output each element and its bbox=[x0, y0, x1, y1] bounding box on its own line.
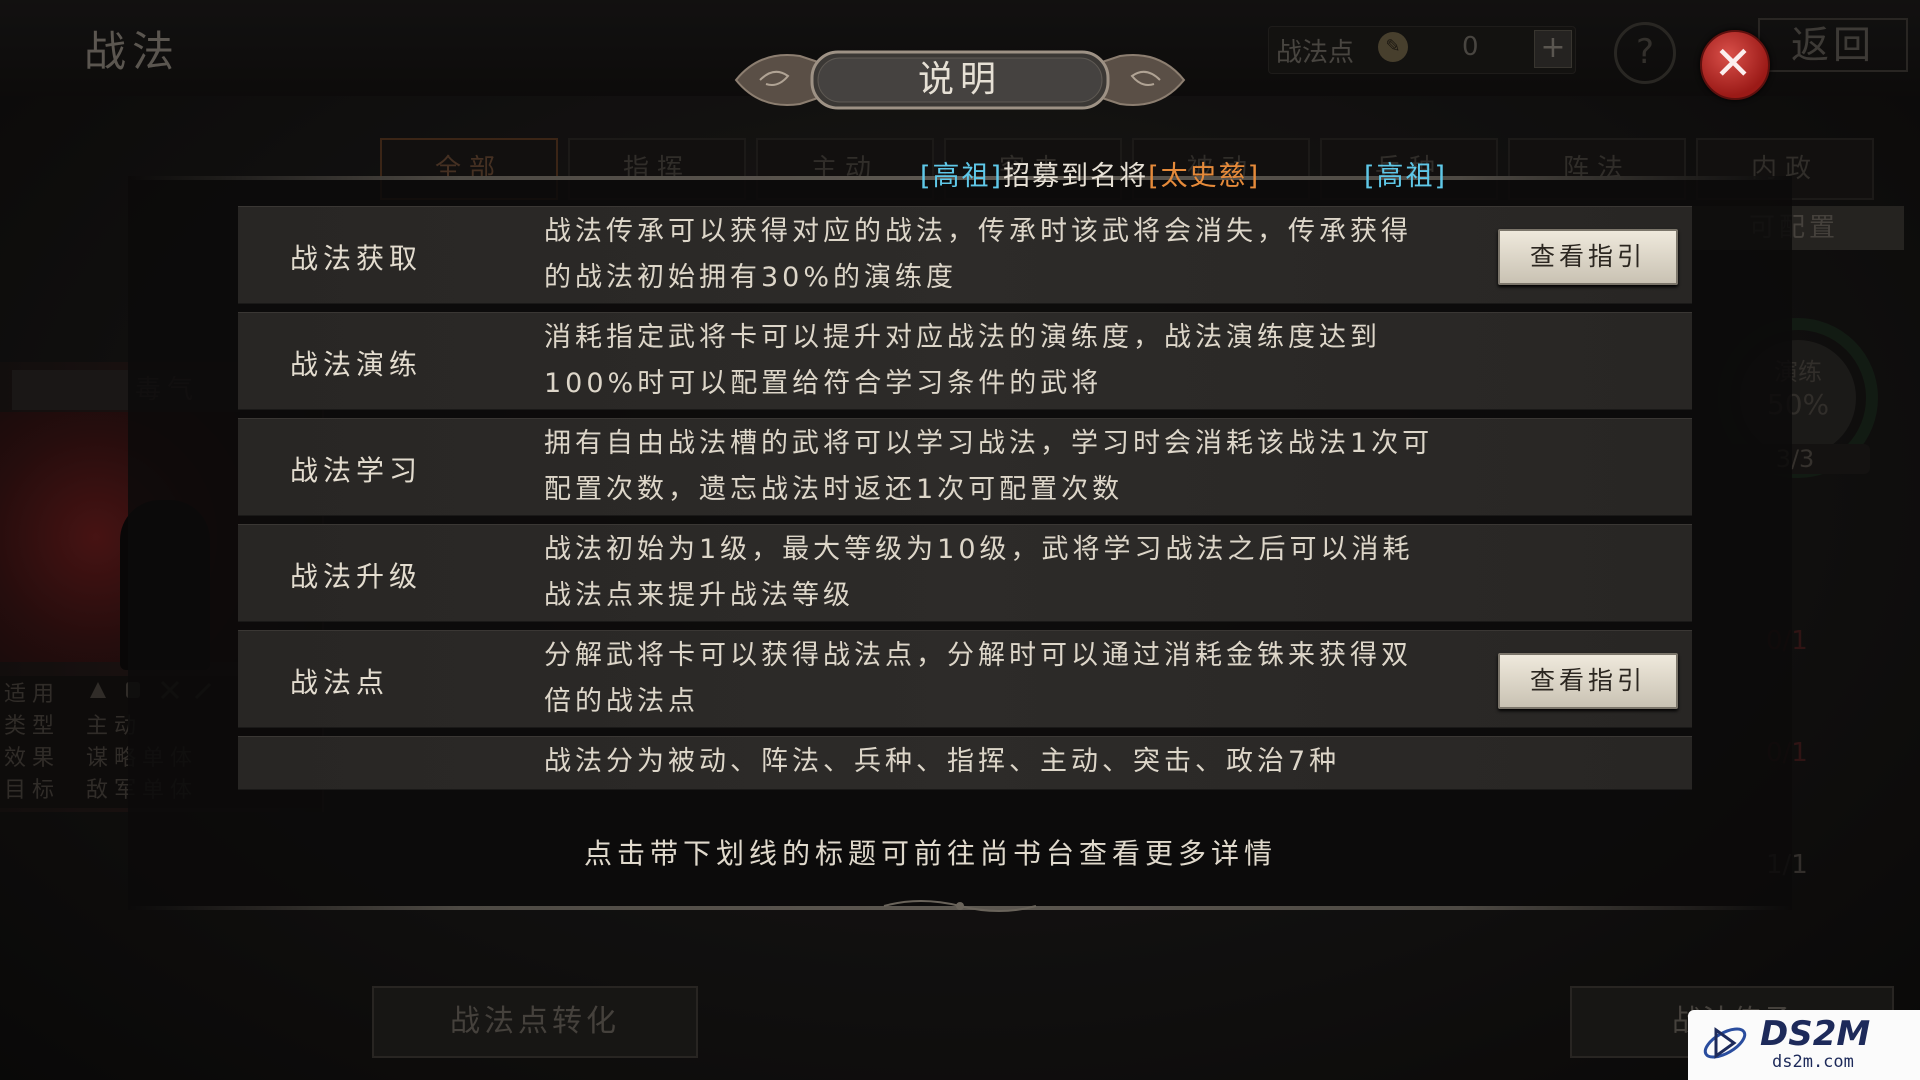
explanation-row: 战法演练 消耗指定武将卡可以提升对应战法的演练度，战法演练度达到100%时可以配… bbox=[238, 312, 1692, 410]
broadcast-text: 招募到名将 bbox=[1003, 161, 1149, 192]
explanation-row: 战法获取 战法传承可以获得对应的战法，传承时该武将会消失，传承获得的战法初始拥有… bbox=[238, 206, 1692, 304]
watermark-url: ds2m.com bbox=[1772, 1052, 1854, 1072]
row-description: 拥有自由战法槽的武将可以学习战法，学习时会消耗该战法1次可配置次数，遗忘战法时返… bbox=[544, 428, 1434, 505]
broadcast-player-name: 高祖 bbox=[932, 161, 991, 192]
recruit-broadcast: [高祖]招募到名将[太史慈] bbox=[920, 154, 1260, 194]
row-title[interactable]: 战法获取 bbox=[290, 237, 422, 277]
broadcast-player-name-2: [高祖] bbox=[1364, 161, 1448, 192]
row-title[interactable]: 战法学习 bbox=[290, 449, 422, 489]
row-description: 战法传承可以获得对应的战法，传承时该武将会消失，传承获得的战法初始拥有30%的演… bbox=[544, 216, 1412, 293]
explanation-row: 战法分为被动、阵法、兵种、指挥、主动、突击、政治7种 bbox=[238, 736, 1692, 790]
row-description: 战法分为被动、阵法、兵种、指挥、主动、突击、政治7种 bbox=[544, 746, 1341, 777]
view-guide-button[interactable]: 查看指引 bbox=[1498, 653, 1678, 709]
watermark-logo-icon bbox=[1703, 1027, 1747, 1059]
row-title[interactable]: 战法升级 bbox=[290, 555, 422, 595]
row-description: 消耗指定武将卡可以提升对应战法的演练度，战法演练度达到100%时可以配置给符合学… bbox=[544, 322, 1381, 399]
modal-title: 说明 bbox=[917, 59, 1002, 100]
broadcast-bracket: ] bbox=[990, 161, 1004, 192]
watermark-text: DS2M bbox=[1760, 1014, 1871, 1054]
view-guide-button[interactable]: 查看指引 bbox=[1498, 229, 1678, 285]
explanation-row: 战法点 分解武将卡可以获得战法点，分解时可以通过消耗金铢来获得双倍的战法点 查看… bbox=[238, 630, 1692, 728]
explanation-row: 战法升级 战法初始为1级，最大等级为10级，武将学习战法之后可以消耗战法点来提升… bbox=[238, 524, 1692, 622]
footer-note: 点击带下划线的标题可前往尚书台查看更多详情 bbox=[584, 837, 1278, 870]
close-x-icon[interactable]: ✕ bbox=[1700, 30, 1766, 96]
broadcast-general-name: [太史慈] bbox=[1148, 161, 1261, 192]
bottom-ornament bbox=[883, 900, 1037, 912]
row-title[interactable]: 战法点 bbox=[290, 661, 389, 701]
row-description: 战法初始为1级，最大等级为10级，武将学习战法之后可以消耗战法点来提升战法等级 bbox=[544, 534, 1414, 611]
row-title[interactable]: 战法演练 bbox=[290, 343, 422, 383]
row-description: 分解武将卡可以获得战法点，分解时可以通过消耗金铢来获得双倍的战法点 bbox=[544, 640, 1412, 717]
explanation-row: 战法学习 拥有自由战法槽的武将可以学习战法，学习时会消耗该战法1次可配置次数，遗… bbox=[238, 418, 1692, 516]
broadcast-bracket: [ bbox=[920, 161, 933, 192]
